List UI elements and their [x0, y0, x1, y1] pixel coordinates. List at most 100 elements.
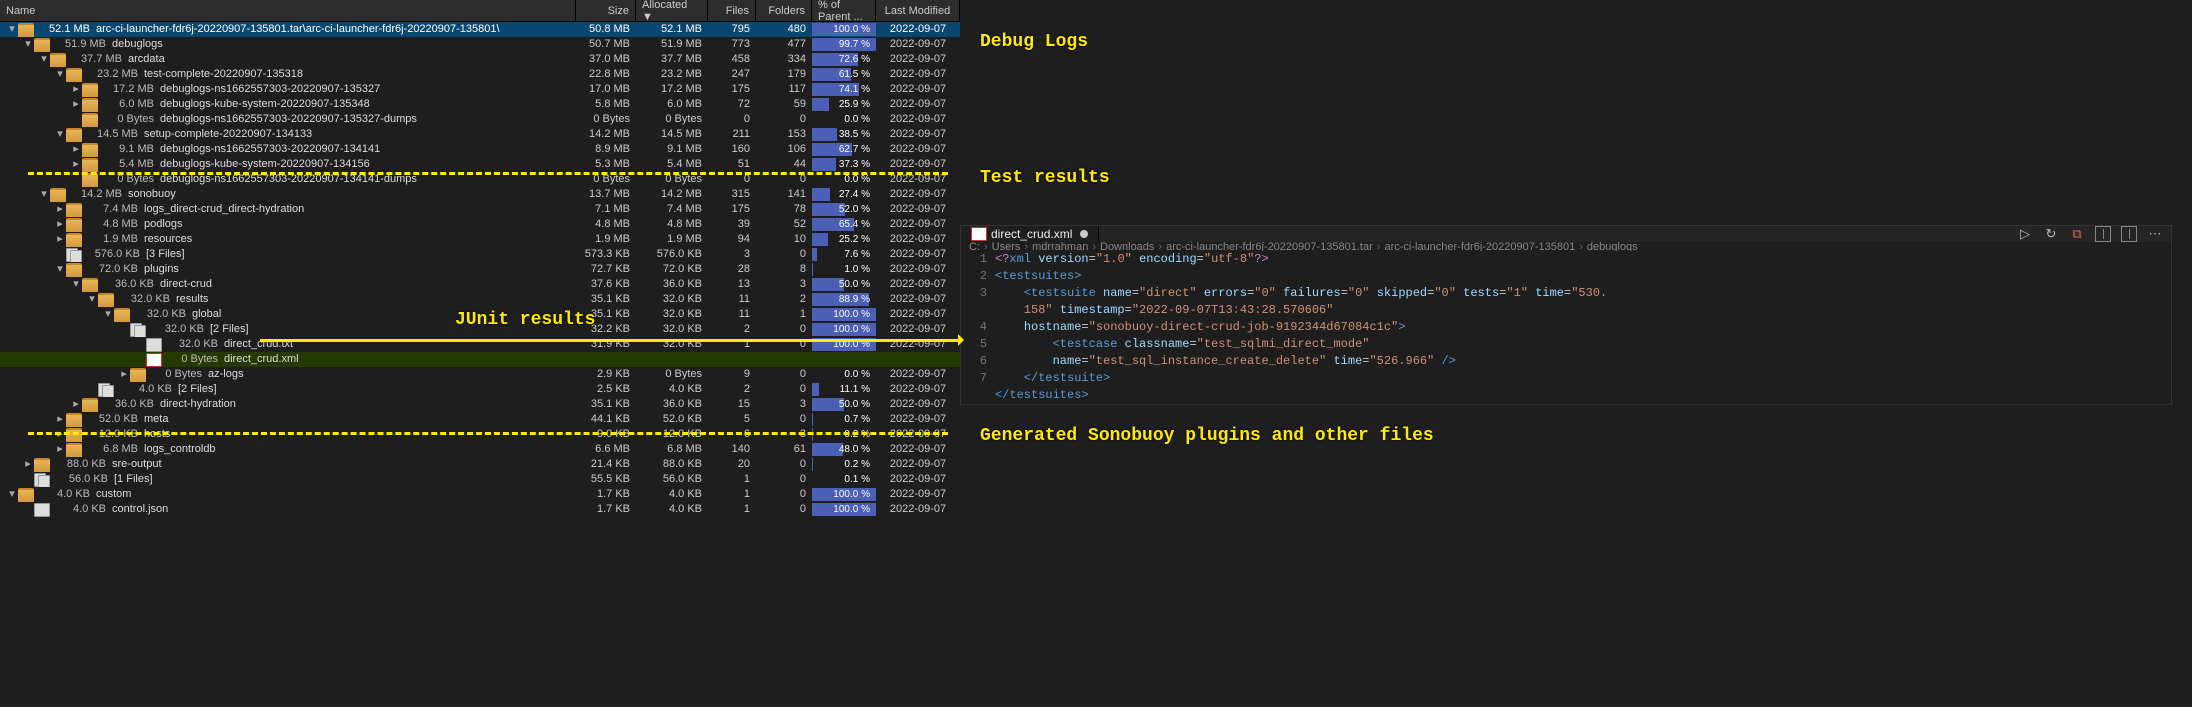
run-icon[interactable]: ▷	[2017, 226, 2033, 242]
percent-bar	[812, 263, 813, 276]
tree-row[interactable]: 4.0 KB[2 Files]2.5 KB4.0 KB2011.1 %2022-…	[0, 382, 960, 397]
tree-row-name: 9.1 MBdebuglogs-ns1662557303-20220907-13…	[0, 142, 576, 157]
editor-source[interactable]: <?xml version="1.0" encoding="utf-8"?> <…	[995, 251, 2171, 404]
cell-size: 7.1 MB	[576, 202, 636, 217]
tree-row[interactable]: 36.0 KBdirect-hydration35.1 KB36.0 KB153…	[0, 397, 960, 412]
tree-row[interactable]: 72.0 KBplugins72.7 KB72.0 KB2881.0 %2022…	[0, 262, 960, 277]
col-modified[interactable]: Last Modified	[876, 0, 960, 21]
editor-breadcrumb[interactable]: C:›Users›mdrrahman›Downloads›arc-ci-laun…	[961, 242, 2171, 251]
cell-allocated: 6.0 MB	[636, 97, 708, 112]
tree-row[interactable]: 6.8 MBlogs_controldb6.6 MB6.8 MB1406148.…	[0, 442, 960, 457]
expand-icon[interactable]	[22, 457, 34, 472]
tree-row[interactable]: 6.0 MBdebuglogs-kube-system-20220907-135…	[0, 97, 960, 112]
history-icon[interactable]: ↻	[2043, 226, 2059, 242]
cell-files: 11	[708, 307, 756, 322]
tree-row[interactable]: 32.0 KBresults35.1 KB32.0 KB11288.9 %202…	[0, 292, 960, 307]
col-files[interactable]: Files	[708, 0, 756, 21]
percent-text: 88.9 %	[839, 294, 870, 305]
collapse-icon[interactable]	[6, 22, 18, 37]
expand-icon[interactable]	[118, 367, 130, 382]
tree-row-name: 52.0 KBmeta	[0, 412, 576, 427]
tree-row[interactable]: 0 Bytesaz-logs2.9 KB0 Bytes900.0 %2022-0…	[0, 367, 960, 382]
tree-row[interactable]: 9.1 MBdebuglogs-ns1662557303-20220907-13…	[0, 142, 960, 157]
tree-row[interactable]: 17.2 MBdebuglogs-ns1662557303-20220907-1…	[0, 82, 960, 97]
files-icon	[130, 323, 148, 337]
tree-row[interactable]: 52.0 KBmeta44.1 KB52.0 KB500.7 %2022-09-…	[0, 412, 960, 427]
tree-row[interactable]: 37.7 MBarcdata37.0 MB37.7 MB45833472.6 %…	[0, 52, 960, 67]
expand-icon[interactable]	[54, 232, 66, 247]
breadcrumb-segment[interactable]: debuglogs	[1587, 242, 1638, 251]
tree-row[interactable]: 7.4 MBlogs_direct-crud_direct-hydration7…	[0, 202, 960, 217]
cell-modified: 2022-09-07	[876, 67, 960, 82]
tree-row[interactable]: 1.9 MBresources1.9 MB1.9 MB941025.2 %202…	[0, 232, 960, 247]
breadcrumb-segment[interactable]: C:	[969, 242, 980, 251]
collapse-icon[interactable]	[38, 187, 50, 202]
tree-body[interactable]: 52.1 MBarc-ci-launcher-fdr6j-20220907-13…	[0, 22, 960, 707]
expand-icon[interactable]	[54, 442, 66, 457]
cell-folders: 141	[756, 187, 812, 202]
tree-row[interactable]: 36.0 KBdirect-crud37.6 KB36.0 KB13350.0 …	[0, 277, 960, 292]
collapse-icon[interactable]	[6, 487, 18, 502]
breadcrumb-segment[interactable]: Downloads	[1100, 242, 1154, 251]
tree-row-filename: sonobuoy	[128, 187, 176, 202]
inline-size: 88.0 KB	[54, 457, 106, 472]
col-name[interactable]: Name	[0, 0, 576, 21]
tree-row[interactable]: 5.4 MBdebuglogs-kube-system-20220907-134…	[0, 157, 960, 172]
expand-icon[interactable]	[70, 82, 82, 97]
layout-icon[interactable]	[2121, 226, 2137, 242]
collapse-icon[interactable]	[54, 67, 66, 82]
collapse-icon[interactable]	[54, 262, 66, 277]
breadcrumb-segment[interactable]: arc-ci-launcher-fdr6j-20220907-135801	[1384, 242, 1575, 251]
expand-icon[interactable]	[70, 142, 82, 157]
cell-size: 37.0 MB	[576, 52, 636, 67]
collapse-icon[interactable]	[22, 37, 34, 52]
collapse-icon[interactable]	[70, 277, 82, 292]
col-allocated[interactable]: Allocated ▼	[636, 0, 708, 21]
collapse-icon[interactable]	[102, 307, 114, 322]
collapse-icon[interactable]	[86, 292, 98, 307]
breadcrumb-segment[interactable]: Users	[992, 242, 1021, 251]
expand-icon[interactable]	[70, 157, 82, 172]
cell-folders: 10	[756, 232, 812, 247]
tree-row-name: 7.4 MBlogs_direct-crud_direct-hydration	[0, 202, 576, 217]
tree-row[interactable]: 4.0 KBcontrol.json1.7 KB4.0 KB10100.0 %2…	[0, 502, 960, 517]
expand-icon[interactable]	[54, 217, 66, 232]
tree-row[interactable]: 0 Bytesdebuglogs-ns1662557303-20220907-1…	[0, 112, 960, 127]
expand-icon[interactable]	[70, 397, 82, 412]
tree-row-name: 23.2 MBtest-complete-20220907-135318	[0, 67, 576, 82]
tree-row[interactable]: 23.2 MBtest-complete-20220907-13531822.8…	[0, 67, 960, 82]
editor-code-area[interactable]: 1234567 <?xml version="1.0" encoding="ut…	[961, 251, 2171, 404]
collapse-icon[interactable]	[54, 127, 66, 142]
tree-row[interactable]: 576.0 KB[3 Files]573.3 KB576.0 KB307.6 %…	[0, 247, 960, 262]
breadcrumb-segment[interactable]: mdrrahman	[1032, 242, 1088, 251]
expand-icon[interactable]	[54, 412, 66, 427]
editor-tab-direct-crud-xml[interactable]: direct_crud.xml	[961, 226, 1099, 242]
tree-row[interactable]: 52.1 MBarc-ci-launcher-fdr6j-20220907-13…	[0, 22, 960, 37]
tree-row[interactable]: 14.2 MBsonobuoy13.7 MB14.2 MB31514127.4 …	[0, 187, 960, 202]
expand-icon[interactable]	[70, 97, 82, 112]
tree-row[interactable]: 88.0 KBsre-output21.4 KB88.0 KB2000.2 %2…	[0, 457, 960, 472]
tree-row[interactable]: 4.0 KBcustom1.7 KB4.0 KB10100.0 %2022-09…	[0, 487, 960, 502]
cell-percent-parent: 100.0 %	[812, 22, 876, 37]
tree-row[interactable]: 0 Bytesdirect_crud.xml	[0, 352, 960, 367]
tree-row[interactable]: 51.9 MBdebuglogs50.7 MB51.9 MB77347799.7…	[0, 37, 960, 52]
cell-allocated: 5.4 MB	[636, 157, 708, 172]
tree-row-filename: [3 Files]	[146, 247, 185, 262]
split-editor-icon[interactable]	[2095, 226, 2111, 242]
col-size[interactable]: Size	[576, 0, 636, 21]
compare-icon[interactable]: ⧉	[2069, 226, 2085, 242]
tree-row[interactable]: 4.8 MBpodlogs4.8 MB4.8 MB395265.4 %2022-…	[0, 217, 960, 232]
tree-row-name: 4.0 KBcontrol.json	[0, 502, 576, 517]
cell-percent-parent: 61.5 %	[812, 67, 876, 82]
col-parent[interactable]: % of Parent ...	[812, 0, 876, 21]
editor-toolbar: ▷ ↻ ⧉ ⋯	[2017, 226, 2171, 242]
more-actions-icon[interactable]: ⋯	[2147, 226, 2163, 242]
tree-row[interactable]: 14.5 MBsetup-complete-20220907-13413314.…	[0, 127, 960, 142]
col-folders[interactable]: Folders	[756, 0, 812, 21]
cell-percent-parent: 38.5 %	[812, 127, 876, 142]
collapse-icon[interactable]	[38, 52, 50, 67]
percent-text: 100.0 %	[833, 504, 870, 515]
breadcrumb-segment[interactable]: arc-ci-launcher-fdr6j-20220907-135801.ta…	[1166, 242, 1373, 251]
expand-icon[interactable]	[54, 202, 66, 217]
tree-row[interactable]: 56.0 KB[1 Files]55.5 KB56.0 KB100.1 %202…	[0, 472, 960, 487]
